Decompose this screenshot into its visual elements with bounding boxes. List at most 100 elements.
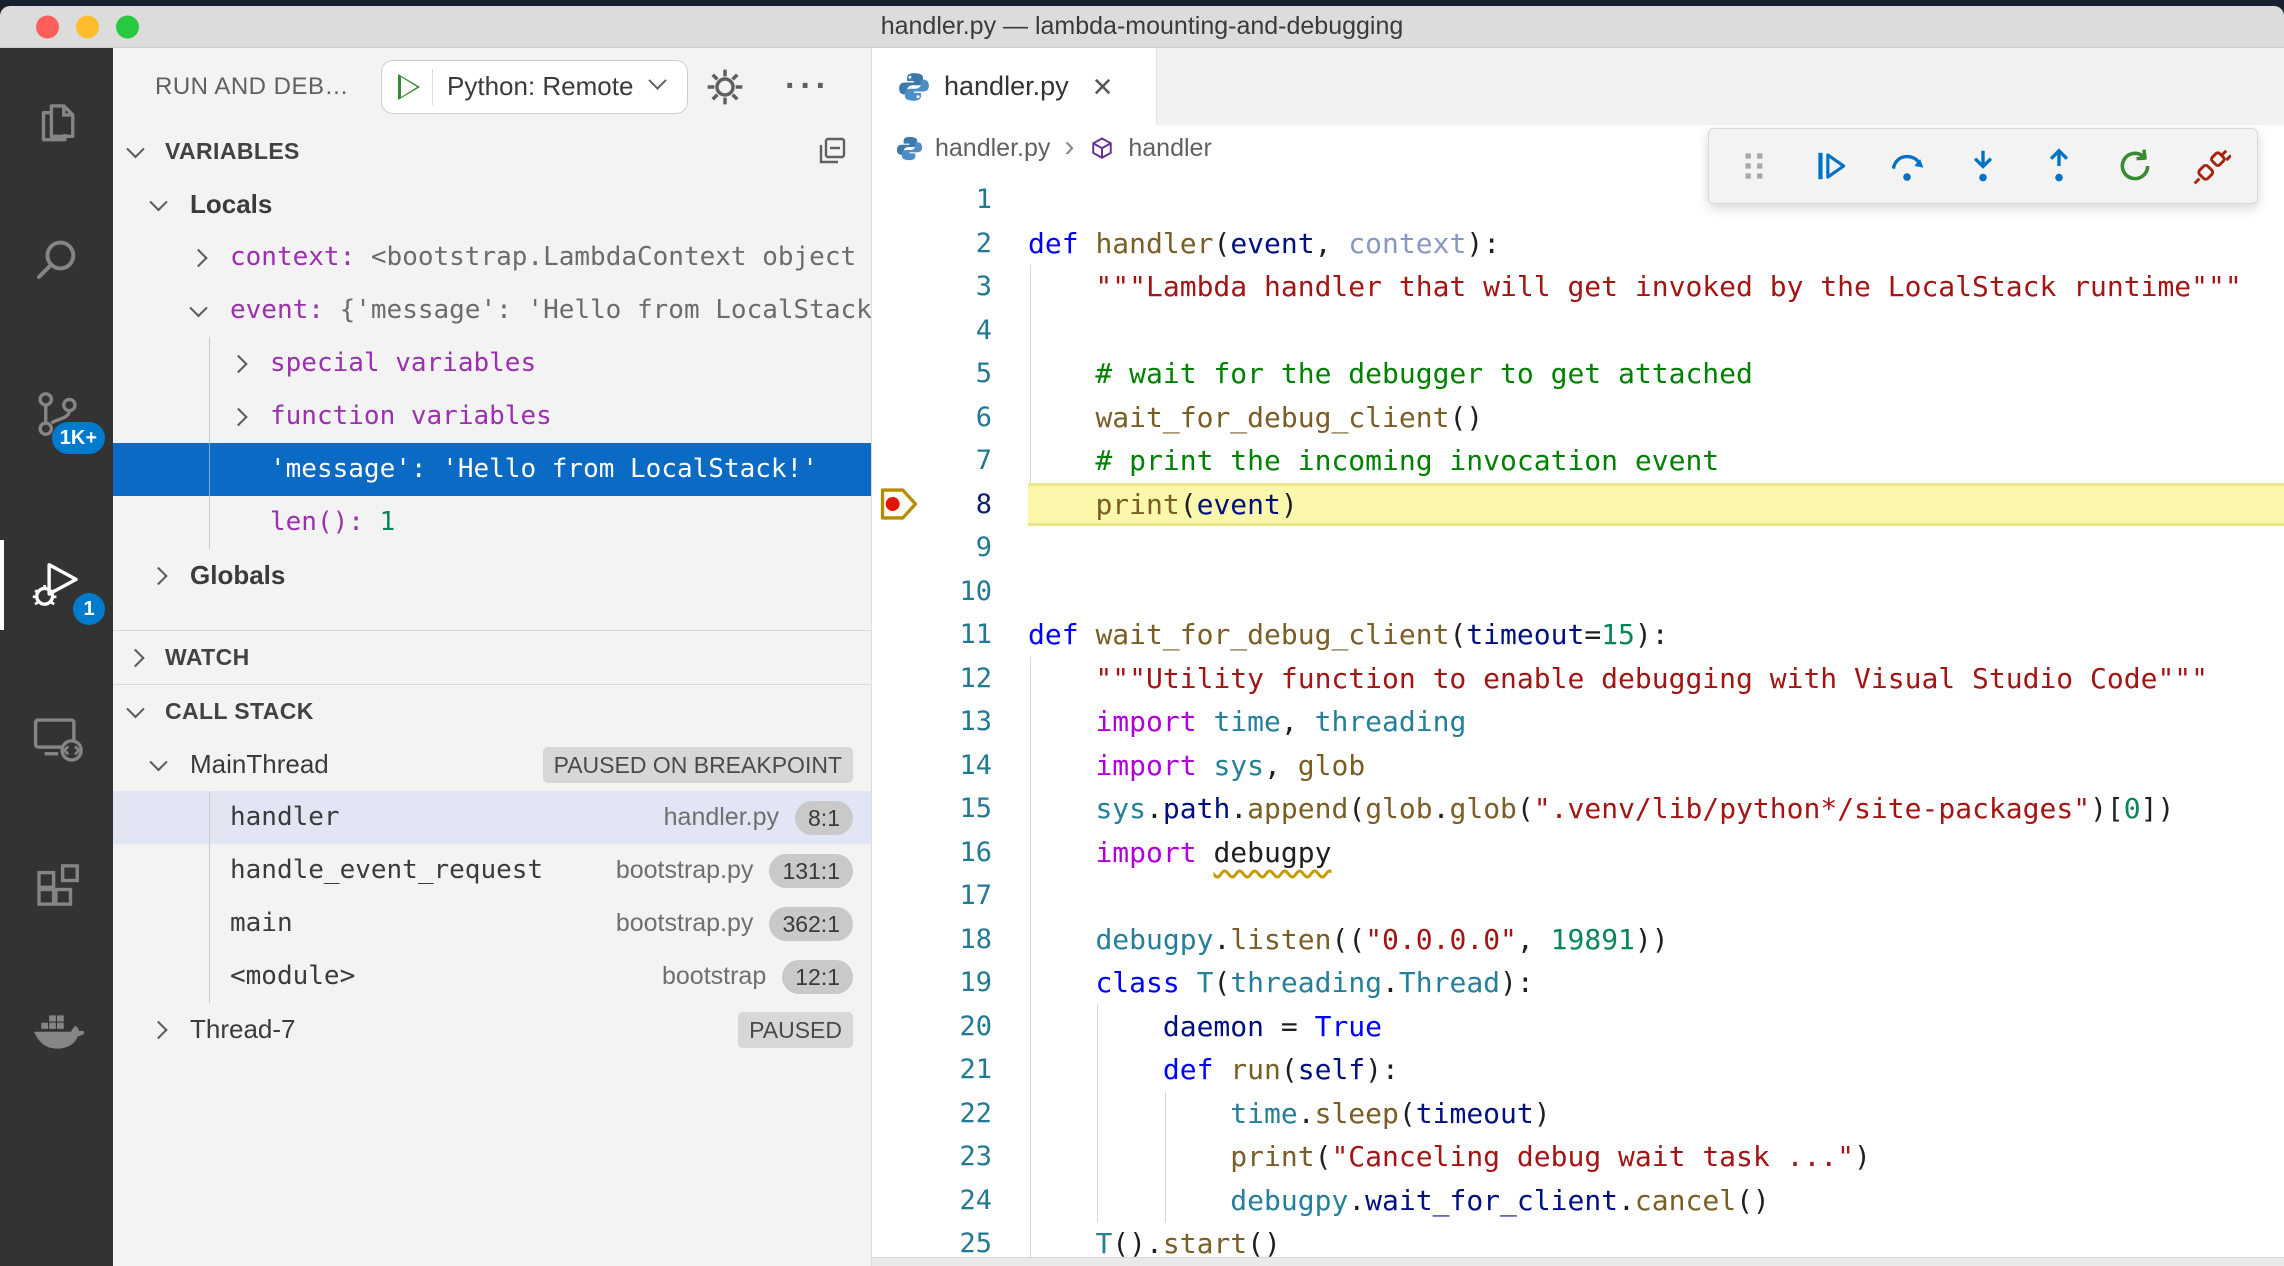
line-number[interactable]: 1 xyxy=(928,178,992,222)
variable-row[interactable]: event: {'message': 'Hello from LocalStac… xyxy=(113,284,871,337)
gutter[interactable] xyxy=(872,1135,928,1179)
start-debugging-icon[interactable] xyxy=(398,74,420,100)
code-line-content[interactable]: sys.path.append(glob.glob(".venv/lib/pyt… xyxy=(1028,787,2284,831)
launch-config-dropdown[interactable]: Python: Remote xyxy=(381,60,688,114)
activity-item-remote-explorer[interactable] xyxy=(0,688,113,788)
close-tab-icon[interactable]: × xyxy=(1093,70,1113,104)
gutter[interactable] xyxy=(872,1048,928,1092)
line-number[interactable]: 23 xyxy=(928,1135,992,1179)
code-line-content[interactable]: def handler(event, context): xyxy=(1028,222,2284,266)
close-window-button[interactable] xyxy=(36,15,59,38)
gutter[interactable] xyxy=(872,396,928,440)
activity-item-search[interactable] xyxy=(0,210,113,310)
code-line-content[interactable]: print(event) xyxy=(1028,483,2284,527)
variable-row[interactable]: function variables xyxy=(113,390,871,443)
variable-row[interactable]: Globals xyxy=(113,549,871,602)
line-number[interactable]: 7 xyxy=(928,439,992,483)
breadcrumb-symbol[interactable]: handler xyxy=(1128,134,1211,163)
line-number[interactable]: 4 xyxy=(928,309,992,353)
step-out-button[interactable] xyxy=(2039,146,2079,186)
code-line-content[interactable]: class T(threading.Thread): xyxy=(1028,961,2284,1005)
breakpoint-gutter[interactable] xyxy=(872,483,928,527)
line-number[interactable]: 16 xyxy=(928,831,992,875)
gutter[interactable] xyxy=(872,526,928,570)
gutter[interactable] xyxy=(872,1005,928,1049)
call-stack-frame-row[interactable]: <module>bootstrap12:1 xyxy=(113,950,871,1003)
line-number[interactable]: 6 xyxy=(928,396,992,440)
variable-row[interactable]: Locals xyxy=(113,178,871,231)
gutter[interactable] xyxy=(872,744,928,788)
breadcrumb-file[interactable]: handler.py xyxy=(935,134,1050,163)
activity-item-source-control[interactable]: 1K+ xyxy=(0,364,113,464)
gutter[interactable] xyxy=(872,1179,928,1223)
minimize-window-button[interactable] xyxy=(76,15,99,38)
code-line-content[interactable]: """Utility function to enable debugging … xyxy=(1028,657,2284,701)
code-line-content[interactable]: wait_for_debug_client() xyxy=(1028,396,2284,440)
zoom-window-button[interactable] xyxy=(116,15,139,38)
code-line-content[interactable]: debugpy.listen(("0.0.0.0", 19891)) xyxy=(1028,918,2284,962)
gutter[interactable] xyxy=(872,265,928,309)
continue-button[interactable] xyxy=(1811,146,1851,186)
line-number[interactable]: 8 xyxy=(928,483,992,527)
line-number[interactable]: 18 xyxy=(928,918,992,962)
code-line-content[interactable]: import debugpy xyxy=(1028,831,2284,875)
variables-section-header[interactable]: VARIABLES xyxy=(113,125,871,178)
debug-settings-gear-button[interactable] xyxy=(701,63,749,111)
call-stack-frame-row[interactable]: handlerhandler.py8:1 xyxy=(113,791,871,844)
code-line-content[interactable]: debugpy.wait_for_client.cancel() xyxy=(1028,1179,2284,1223)
horizontal-scrollbar-track[interactable] xyxy=(872,1257,2284,1266)
gutter[interactable] xyxy=(872,918,928,962)
more-actions-button[interactable]: ··· xyxy=(785,67,831,106)
code-line-content[interactable]: # wait for the debugger to get attached xyxy=(1028,352,2284,396)
gutter[interactable] xyxy=(872,657,928,701)
code-line-content[interactable]: # print the incoming invocation event xyxy=(1028,439,2284,483)
drag-handle-button[interactable] xyxy=(1735,146,1775,186)
gutter[interactable] xyxy=(872,439,928,483)
code-line-content[interactable]: def wait_for_debug_client(timeout=15): xyxy=(1028,613,2284,657)
line-number[interactable]: 24 xyxy=(928,1179,992,1223)
line-number[interactable]: 19 xyxy=(928,961,992,1005)
code-line-content[interactable] xyxy=(1028,874,2284,918)
line-number[interactable]: 2 xyxy=(928,222,992,266)
gutter[interactable] xyxy=(872,613,928,657)
restart-button[interactable] xyxy=(2115,146,2155,186)
variable-row[interactable]: len(): 1 xyxy=(113,496,871,549)
line-number[interactable]: 10 xyxy=(928,570,992,614)
line-number[interactable]: 13 xyxy=(928,700,992,744)
code-line-content[interactable]: daemon = True xyxy=(1028,1005,2284,1049)
activity-item-docker[interactable] xyxy=(0,980,113,1080)
code-line-content[interactable] xyxy=(1028,309,2284,353)
code-editor[interactable]: 12def handler(event, context):3 """Lambd… xyxy=(872,172,2284,1266)
call-stack-frame-row[interactable]: handle_event_requestbootstrap.py131:1 xyxy=(113,844,871,897)
gutter[interactable] xyxy=(872,874,928,918)
gutter[interactable] xyxy=(872,700,928,744)
line-number[interactable]: 14 xyxy=(928,744,992,788)
line-number[interactable]: 15 xyxy=(928,787,992,831)
gutter[interactable] xyxy=(872,222,928,266)
code-line-content[interactable] xyxy=(1028,526,2284,570)
call-stack-thread-row[interactable]: MainThreadPAUSED ON BREAKPOINT xyxy=(113,738,871,791)
step-into-button[interactable] xyxy=(1963,146,2003,186)
line-number[interactable]: 9 xyxy=(928,526,992,570)
gutter[interactable] xyxy=(872,178,928,222)
line-number[interactable]: 21 xyxy=(928,1048,992,1092)
line-number[interactable]: 5 xyxy=(928,352,992,396)
call-stack-frame-row[interactable]: mainbootstrap.py362:1 xyxy=(113,897,871,950)
code-line-content[interactable]: time.sleep(timeout) xyxy=(1028,1092,2284,1136)
call-stack-section-header[interactable]: CALL STACK xyxy=(113,685,871,738)
call-stack-thread-row[interactable]: Thread-7PAUSED xyxy=(113,1003,871,1056)
gutter[interactable] xyxy=(872,570,928,614)
gutter[interactable] xyxy=(872,831,928,875)
line-number[interactable]: 20 xyxy=(928,1005,992,1049)
gutter[interactable] xyxy=(872,309,928,353)
variable-row[interactable]: context: <bootstrap.LambdaContext object… xyxy=(113,231,871,284)
activity-item-explorer[interactable] xyxy=(0,75,113,175)
line-number[interactable]: 11 xyxy=(928,613,992,657)
line-number[interactable]: 12 xyxy=(928,657,992,701)
code-line-content[interactable]: def run(self): xyxy=(1028,1048,2284,1092)
code-line-content[interactable] xyxy=(1028,570,2284,614)
code-line-content[interactable]: print("Canceling debug wait task ...") xyxy=(1028,1135,2284,1179)
activity-item-run-and-debug[interactable]: 1 xyxy=(0,535,113,635)
variable-row[interactable]: special variables xyxy=(113,337,871,390)
line-number[interactable]: 3 xyxy=(928,265,992,309)
